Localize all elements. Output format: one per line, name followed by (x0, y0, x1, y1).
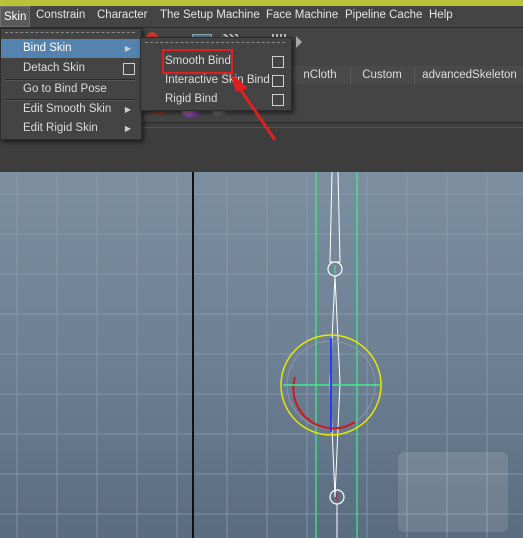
watermark (398, 452, 508, 532)
